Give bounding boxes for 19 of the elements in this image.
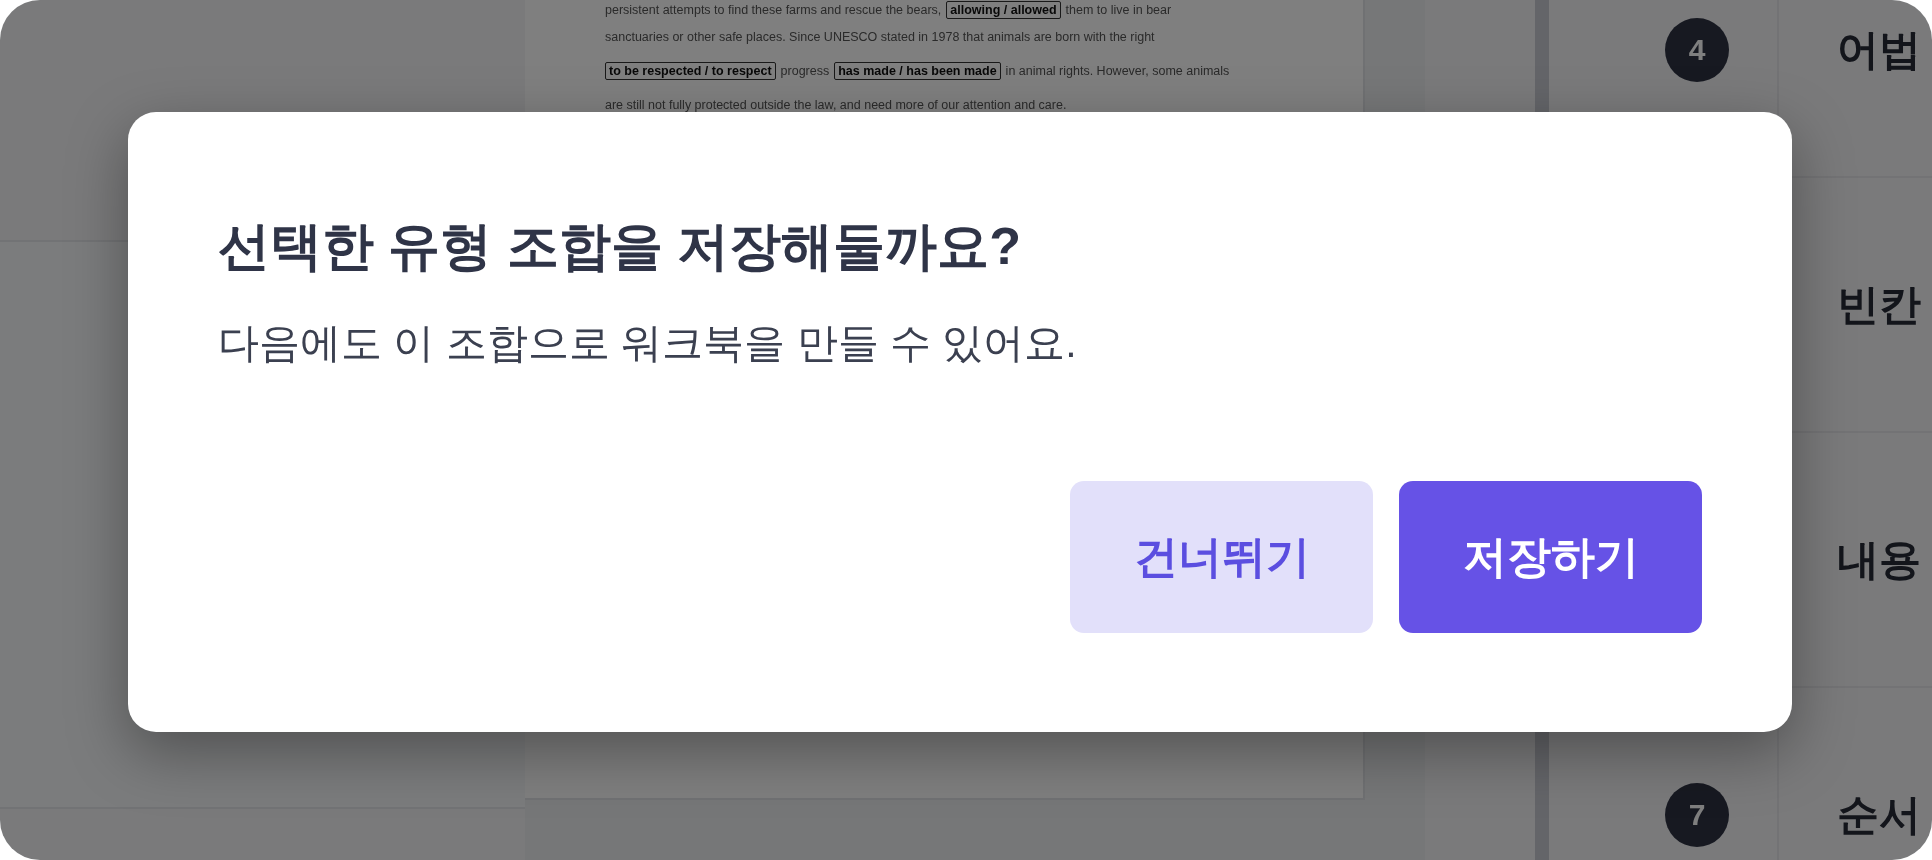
type-label: 빈칸 [1837, 279, 1921, 330]
passage-text: them to live in bear [1065, 3, 1172, 17]
type-label: 어법 [1837, 24, 1921, 75]
answer-choice: allowing / allowed [946, 1, 1061, 19]
passage-text: sanctuaries or other safe places. Since UNESCO stated in 1978 that animals are born with the right [605, 30, 1155, 44]
passage-text: in animal rights. However, some animals [1005, 64, 1230, 78]
dialog-message: 다음에도 이 조합으로 워크북을 만들 수 있어요. [218, 319, 1078, 368]
passage-text: progress [780, 64, 830, 78]
passage-text: are still not fully protected outside the law, and need more of our attention and care. [605, 98, 1067, 112]
answer-choice: has made / has been made [834, 62, 1001, 80]
passage-text: persistent attempts to find these farms and rescue the bears, [605, 3, 942, 17]
type-label: 내용 [1837, 534, 1921, 585]
skip-button[interactable]: 건너뛰기 [1070, 481, 1373, 633]
save-button[interactable]: 저장하기 [1399, 481, 1702, 633]
number-badge: 4 [1665, 17, 1729, 82]
number-badge: 7 [1665, 782, 1729, 847]
dialog-title: 선택한 유형 조합을 저장해둘까요? [218, 216, 1023, 277]
answer-choice: to be respected / to respect [605, 62, 776, 80]
type-label: 순서 [1837, 789, 1921, 840]
